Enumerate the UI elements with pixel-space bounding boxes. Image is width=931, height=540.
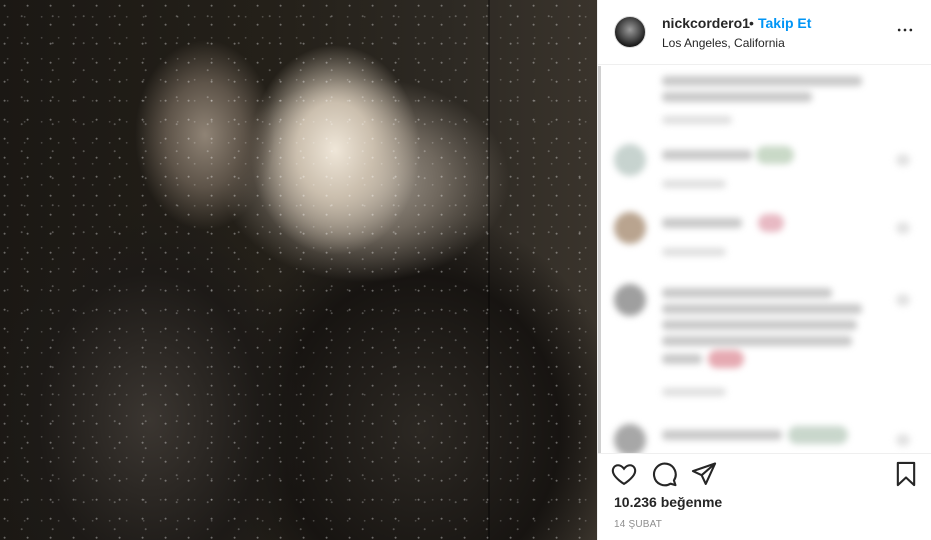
follow-button[interactable]: Takip Et bbox=[758, 15, 811, 31]
comments-scrollbar[interactable] bbox=[598, 66, 601, 453]
heart-icon[interactable] bbox=[610, 460, 638, 488]
likes-count[interactable]: 10.236 beğenme bbox=[614, 494, 722, 510]
comments-list[interactable] bbox=[598, 66, 931, 453]
post-photo[interactable] bbox=[0, 0, 597, 540]
more-options-icon[interactable] bbox=[895, 20, 915, 40]
post-date[interactable]: 14 ŞUBAT bbox=[614, 519, 662, 530]
post-header: nickcordero1 • Takip Et Los Angeles, Cal… bbox=[598, 0, 931, 65]
post-actions bbox=[598, 453, 931, 493]
separator-dot: • bbox=[749, 15, 754, 31]
photo-print-edge bbox=[0, 0, 490, 540]
post-sidebar: nickcordero1 • Takip Et Los Angeles, Cal… bbox=[597, 0, 931, 540]
comment-icon[interactable] bbox=[650, 460, 678, 488]
bookmark-icon[interactable] bbox=[892, 460, 920, 488]
avatar[interactable] bbox=[614, 16, 646, 48]
location-link[interactable]: Los Angeles, California bbox=[662, 36, 785, 50]
paper-plane-icon[interactable] bbox=[690, 460, 718, 488]
username-link[interactable]: nickcordero1 bbox=[662, 15, 750, 31]
